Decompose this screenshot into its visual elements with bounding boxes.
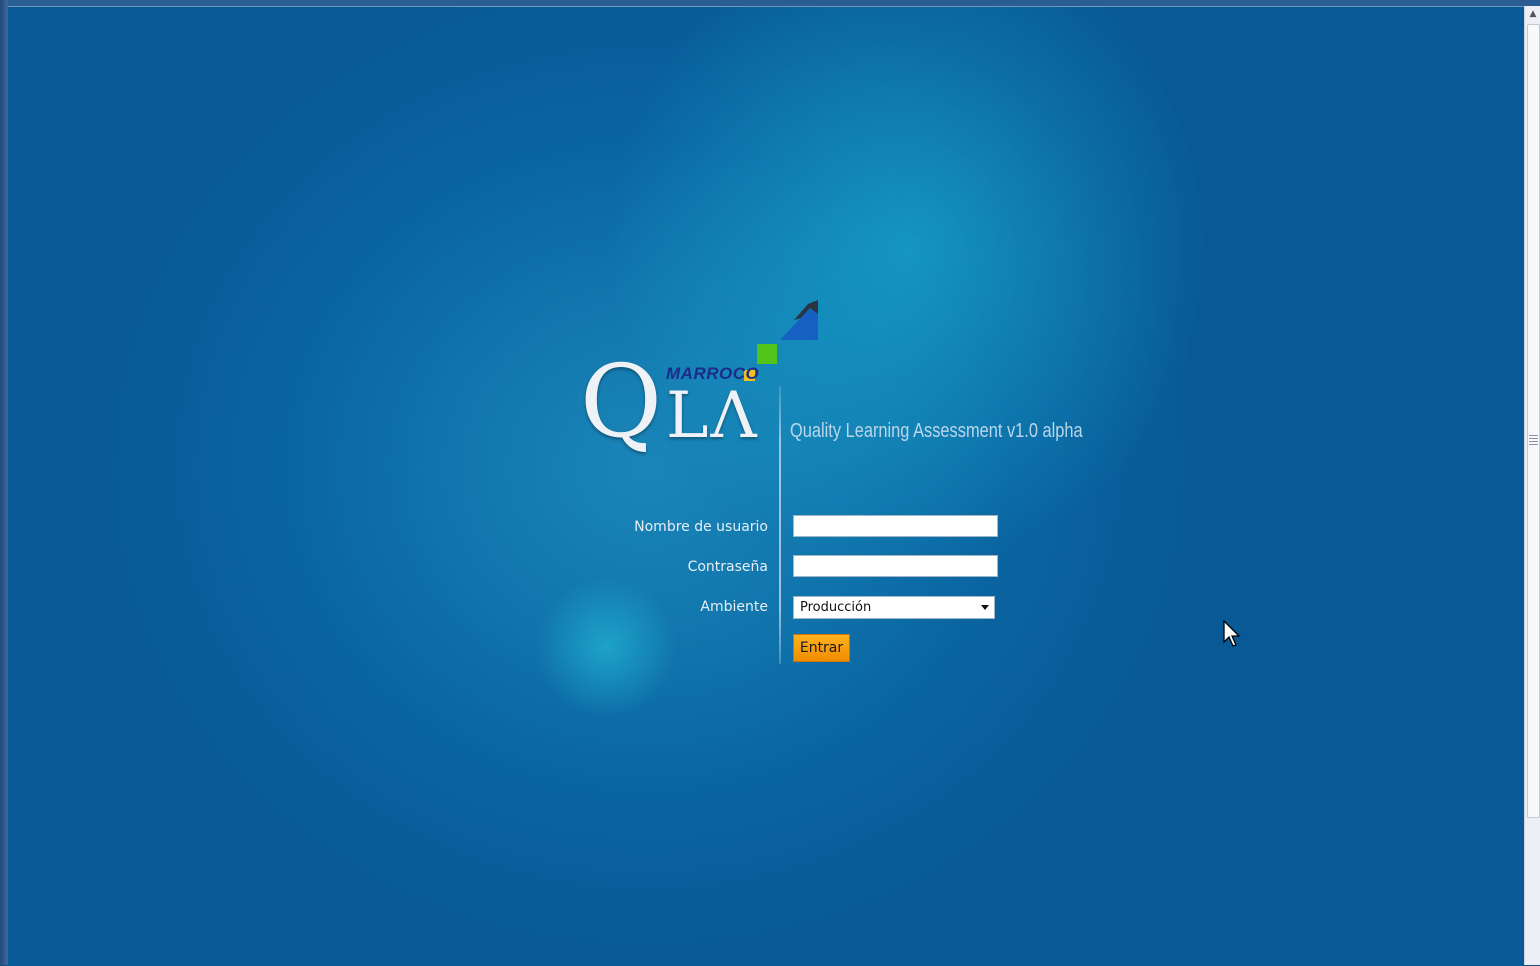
scrollbar-grip [1529,435,1538,445]
vertical-divider [779,386,781,664]
vertical-scrollbar[interactable]: ▲ [1524,6,1540,965]
logo-blue-square-icon [780,300,818,340]
logo-la-letters: LΛ [666,379,759,453]
window-left-edge [0,0,8,965]
qla-logo: MARROCO Q LΛ [580,296,820,486]
scrollbar-thumb[interactable] [1527,24,1540,818]
mouse-pointer-icon [1223,620,1241,647]
password-input[interactable] [793,555,998,577]
browser-window: MARROCO Q LΛ Quality Learning Assessment… [0,0,1540,966]
login-page [8,6,1524,966]
environment-select[interactable]: Producción [793,596,995,619]
logo-q-letter: Q [580,343,662,460]
scroll-up-arrow-icon[interactable]: ▲ [1525,6,1540,22]
environment-selected-value: Producción [800,600,872,615]
environment-label: Ambiente [700,599,768,615]
password-label: Contraseña [687,559,768,575]
logo-green-square-icon [757,344,777,364]
app-subtitle: Quality Learning Assessment v1.0 alpha [790,420,1083,442]
chevron-down-icon [981,605,989,610]
username-input[interactable] [793,515,998,537]
login-button[interactable]: Entrar [793,634,850,662]
username-label: Nombre de usuario [634,519,768,535]
